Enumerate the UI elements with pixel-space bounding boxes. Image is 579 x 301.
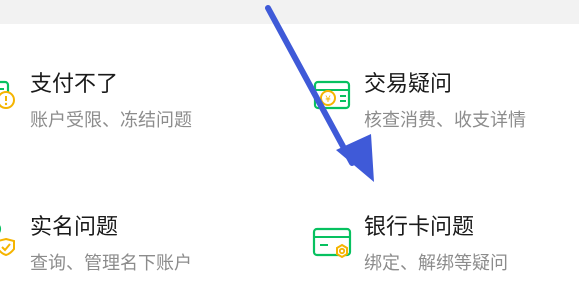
help-topic-bank-card[interactable]: 银行卡问题 绑定、解绑等疑问 bbox=[312, 205, 579, 287]
topic-title: 银行卡问题 bbox=[364, 215, 475, 240]
top-divider-band bbox=[0, 0, 579, 24]
topic-subtitle: 核查消费、收支详情 bbox=[364, 110, 526, 131]
topic-title: 交易疑问 bbox=[364, 72, 453, 97]
topic-subtitle: 查询、管理名下账户 bbox=[30, 253, 192, 274]
help-topic-real-name[interactable]: 实名问题 查询、管理名下账户 bbox=[0, 205, 270, 287]
topic-title: 支付不了 bbox=[30, 72, 119, 97]
help-topic-transaction-query[interactable]: ¥ 交易疑问 核查消费、收支详情 bbox=[312, 60, 579, 142]
svg-text:¥: ¥ bbox=[325, 95, 331, 105]
real-name-verification-icon bbox=[0, 225, 15, 257]
transaction-query-icon: ¥ bbox=[313, 80, 351, 110]
help-topic-payment-blocked[interactable]: 支付不了 账户受限、冻结问题 bbox=[0, 60, 270, 142]
topic-subtitle: 绑定、解绑等疑问 bbox=[364, 253, 508, 274]
blocked-payment-icon bbox=[0, 80, 15, 109]
topic-subtitle: 账户受限、冻结问题 bbox=[30, 110, 192, 131]
bank-card-icon bbox=[312, 227, 352, 259]
topic-title: 实名问题 bbox=[30, 215, 119, 240]
